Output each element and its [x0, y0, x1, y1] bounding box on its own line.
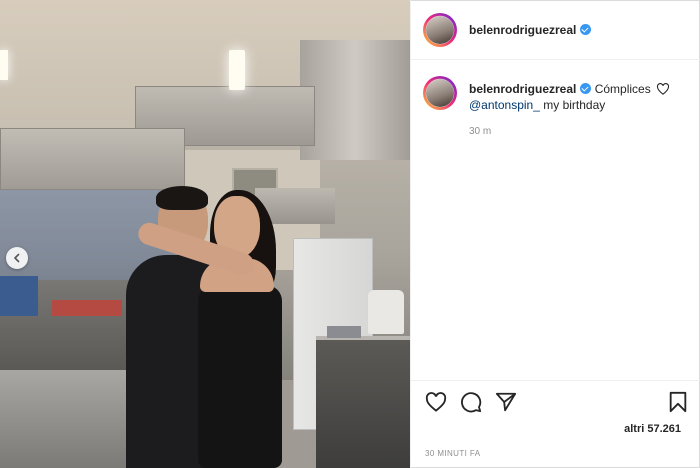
photo-ceiling-light [229, 50, 245, 90]
post-actions: altri 57.261 30 MINUTI FA [411, 380, 700, 468]
photo-ceiling-light [0, 50, 8, 80]
post-date[interactable]: 30 MINUTI FA [425, 449, 480, 458]
caption-username[interactable]: belenrodriguezreal [469, 82, 576, 96]
caption-text-after: my birthday [539, 98, 606, 112]
photo-counter [316, 340, 410, 468]
post-photo[interactable] [0, 0, 410, 468]
photo-man-hair [156, 186, 208, 210]
avatar[interactable] [423, 76, 457, 110]
bookmark-icon [669, 391, 687, 413]
heart-icon [657, 83, 670, 95]
carousel-prev-button[interactable] [6, 247, 28, 269]
photo-woman-dress [198, 285, 282, 468]
photo-duct [0, 128, 185, 190]
caption-text: Cómplices [594, 82, 651, 96]
caption-timestamp[interactable]: 30 m [469, 126, 491, 137]
avatar-image [426, 79, 454, 107]
photo-crate [0, 276, 38, 316]
photo-scale [327, 326, 361, 338]
likes-count[interactable]: altri 57.261 [624, 423, 681, 435]
avatar[interactable] [423, 12, 457, 47]
verified-badge-icon [580, 24, 592, 35]
post-side-panel: belenrodriguezreal belenrodriguezreal Có… [410, 0, 700, 468]
post-header: belenrodriguezreal [411, 0, 700, 60]
post-caption: belenrodriguezreal Cómplices @antonspin_… [423, 76, 691, 113]
photo-counter [0, 370, 140, 468]
photo-tray [52, 300, 122, 316]
comment-button[interactable] [458, 389, 484, 415]
send-icon [495, 392, 517, 412]
heart-icon [425, 392, 447, 412]
photo-mixer [368, 290, 404, 334]
caption-body: belenrodriguezreal Cómplices @antonspin_… [469, 76, 670, 113]
comment-icon [461, 392, 482, 413]
photo-duct [300, 40, 410, 160]
caption-mention-link[interactable]: @antonspin_ [469, 98, 540, 112]
verified-badge-icon [580, 83, 592, 94]
chevron-left-icon [14, 253, 20, 263]
avatar-image [426, 15, 454, 44]
post-author-username[interactable]: belenrodriguezreal [469, 23, 576, 37]
save-button[interactable] [665, 389, 691, 415]
share-button[interactable] [493, 389, 519, 415]
like-button[interactable] [423, 389, 449, 415]
